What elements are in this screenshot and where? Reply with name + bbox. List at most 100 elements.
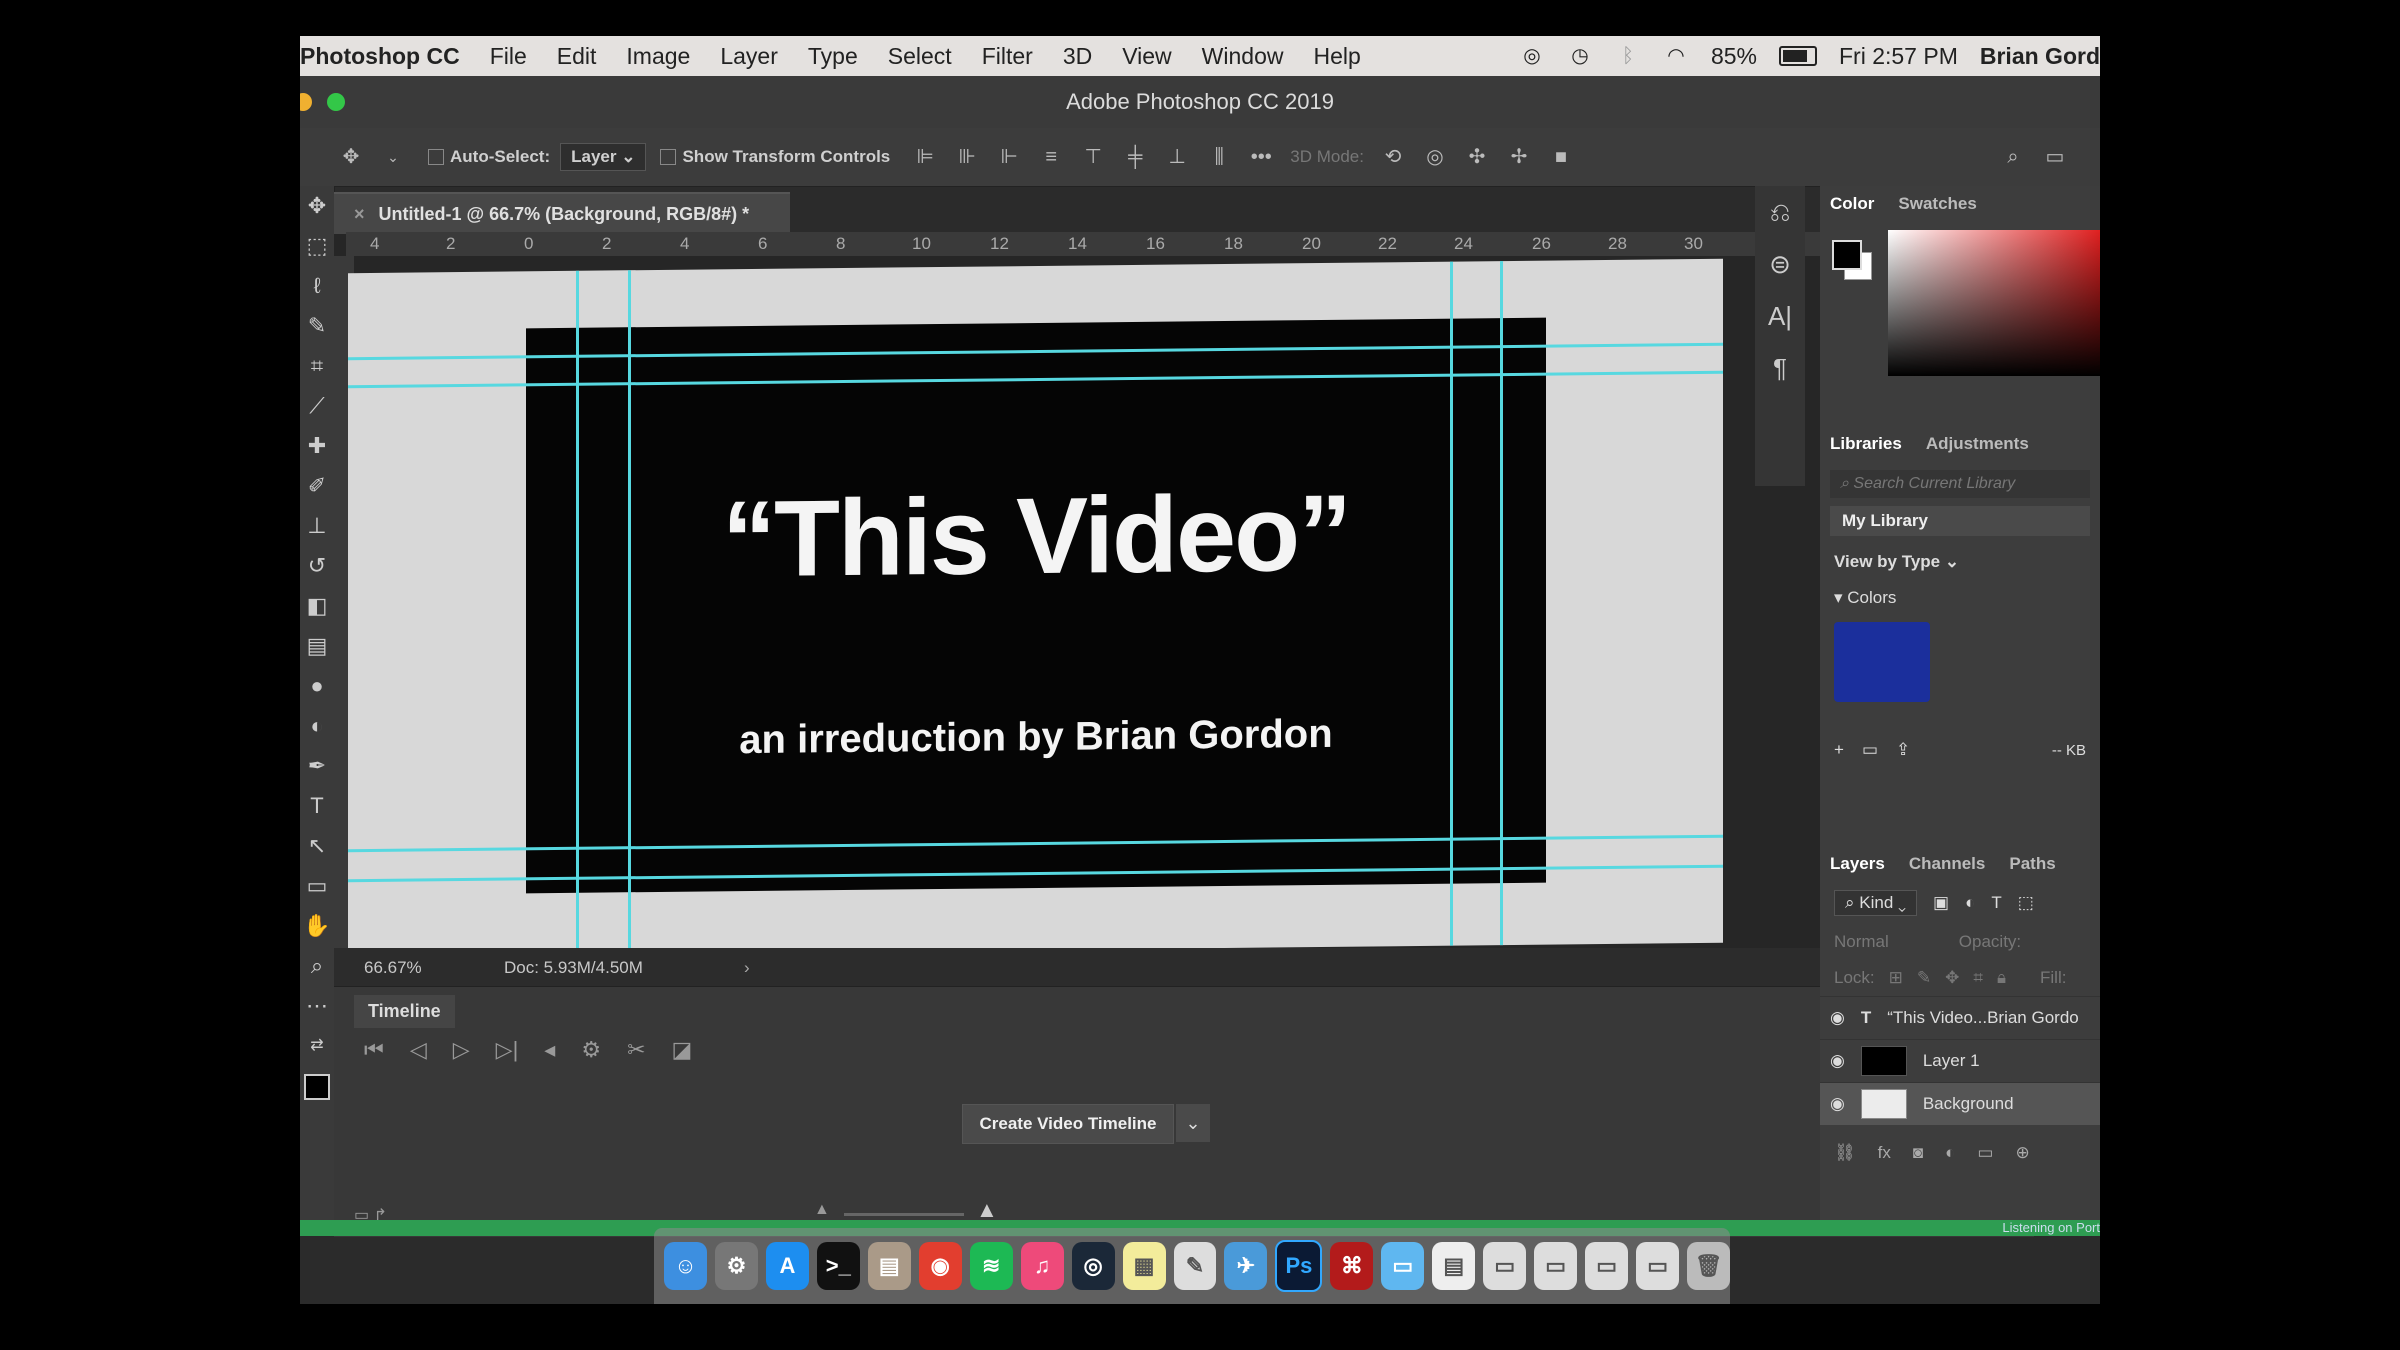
create-video-timeline-button[interactable]: Create Video Timeline <box>962 1104 1174 1144</box>
screenshot-icon[interactable]: ▭ <box>1585 1242 1629 1290</box>
itunes-icon[interactable]: ♫ <box>1020 1242 1064 1290</box>
notes-icon[interactable]: ▤ <box>867 1242 911 1290</box>
status-menu-chevron-icon[interactable]: › <box>744 958 750 978</box>
textedit-icon[interactable]: ✎ <box>1173 1242 1217 1290</box>
folder-icon[interactable]: ▭ <box>1862 740 1878 760</box>
history-brush-tool-icon[interactable]: ↺ <box>300 546 334 586</box>
zoom-tool-icon[interactable]: ⌕ <box>300 946 334 986</box>
guide-vertical[interactable] <box>576 270 579 955</box>
layer-name[interactable]: “This Video...Brian Gordo <box>1887 1008 2079 1028</box>
image-filter-icon[interactable]: ▣ <box>1933 893 1949 913</box>
3d-slide-icon[interactable]: ✢ <box>1508 146 1530 168</box>
hand-tool-icon[interactable]: ✋ <box>300 906 334 946</box>
align-top-icon[interactable]: ⊤ <box>1082 146 1104 168</box>
eraser-tool-icon[interactable]: ◧ <box>300 586 334 626</box>
lock-transparency-icon[interactable]: ⊞ <box>1889 968 1903 988</box>
first-frame-icon[interactable]: ⏮ <box>364 1037 384 1063</box>
distribute-icon[interactable]: ≡ <box>1040 146 1062 168</box>
layer-name[interactable]: Layer 1 <box>1923 1051 1980 1071</box>
visibility-eye-icon[interactable]: ◉ <box>1830 1094 1845 1114</box>
link-layers-icon[interactable]: ⛓ <box>1834 1143 1856 1163</box>
chrome-icon[interactable]: ◉ <box>918 1242 962 1290</box>
audio-icon[interactable]: ◂ <box>544 1037 555 1063</box>
timeline-tab[interactable]: Timeline <box>354 995 455 1028</box>
previous-frame-icon[interactable]: ◁ <box>410 1037 427 1063</box>
time-machine-icon[interactable]: ◷ <box>1567 45 1593 67</box>
guide-vertical[interactable] <box>628 270 631 955</box>
menu-image[interactable]: Image <box>626 43 690 70</box>
creative-cloud-icon[interactable]: ◎ <box>1519 45 1545 67</box>
menu-window[interactable]: Window <box>1202 43 1284 70</box>
auto-select-checkbox[interactable] <box>428 149 444 165</box>
transform-controls-checkbox[interactable] <box>660 149 677 165</box>
downloads-folder-icon[interactable]: ▭ <box>1381 1242 1425 1290</box>
canvas[interactable]: “This Video” an irreduction by Brian Gor… <box>348 258 1723 958</box>
menu-3d[interactable]: 3D <box>1063 43 1092 70</box>
align-right-icon[interactable]: ⊩ <box>998 146 1020 168</box>
lock-all-icon[interactable]: 🔒︎ <box>1997 968 2006 988</box>
minimize-button[interactable] <box>300 93 312 111</box>
3d-scale-icon[interactable]: ■ <box>1550 146 1572 168</box>
layer-row-text[interactable]: ◉ T “This Video...Brian Gordo <box>1820 996 2100 1039</box>
tab-swatches[interactable]: Swatches <box>1898 194 1976 214</box>
lasso-tool-icon[interactable]: ℓ <box>300 266 334 306</box>
blend-mode-select[interactable]: Normal <box>1834 932 1889 952</box>
timeline-zoom-slider[interactable] <box>844 1213 964 1216</box>
system-preferences-icon[interactable]: ⚙ <box>714 1242 758 1290</box>
move-tool-icon[interactable]: ✥ <box>340 146 362 168</box>
menu-type[interactable]: Type <box>808 43 858 70</box>
finder-icon[interactable]: ☺ <box>664 1242 707 1290</box>
library-search-input[interactable]: ⌕ Search Current Library <box>1830 470 2090 498</box>
lock-artboard-icon[interactable]: ⌗ <box>1973 968 1983 988</box>
3d-orbit-icon[interactable]: ⟲ <box>1382 146 1404 168</box>
align-middle-icon[interactable]: ╪ <box>1124 146 1146 168</box>
guide-vertical[interactable] <box>1500 261 1503 946</box>
history-panel-icon[interactable]: ⎌ <box>1755 186 1805 238</box>
align-left-icon[interactable]: ⊫ <box>914 146 936 168</box>
stamp-tool-icon[interactable]: ⊥ <box>300 506 334 546</box>
colors-group-header[interactable]: ▾ Colors <box>1820 580 2100 616</box>
wifi-icon[interactable]: ◠ <box>1663 45 1689 67</box>
menu-select[interactable]: Select <box>888 43 952 70</box>
spotify-icon[interactable]: ≋ <box>969 1242 1013 1290</box>
steam-icon[interactable]: ◎ <box>1071 1242 1115 1290</box>
layer-row-layer1[interactable]: ◉ Layer 1 <box>1820 1039 2100 1082</box>
black-rectangle-layer[interactable]: “This Video” an irreduction by Brian Gor… <box>526 317 1546 894</box>
terminal-icon[interactable]: >_ <box>816 1242 860 1290</box>
move-tool-icon[interactable]: ✥ <box>300 186 334 226</box>
document-icon[interactable]: ▤ <box>1432 1242 1476 1290</box>
rectangle-tool-icon[interactable]: ▭ <box>300 866 334 906</box>
color-picker-field[interactable] <box>1888 230 2100 376</box>
3d-roll-icon[interactable]: ◎ <box>1424 146 1446 168</box>
split-icon[interactable]: ✂ <box>627 1037 645 1063</box>
menu-filter[interactable]: Filter <box>982 43 1033 70</box>
next-frame-icon[interactable]: ▷| <box>496 1037 519 1063</box>
lock-pixels-icon[interactable]: ✎ <box>1917 968 1931 988</box>
settings-icon[interactable]: ⚙ <box>581 1037 601 1063</box>
screenshot-icon[interactable]: ▭ <box>1534 1242 1578 1290</box>
properties-panel-icon[interactable]: ⊜ <box>1755 238 1805 290</box>
acrobat-icon[interactable]: ⌘ <box>1330 1242 1374 1290</box>
timeline-type-dropdown[interactable]: ⌄ <box>1176 1104 1210 1142</box>
lock-position-icon[interactable]: ✥ <box>1945 968 1959 988</box>
shape-filter-icon[interactable]: ⬚ <box>2018 893 2034 913</box>
auto-select-dropdown[interactable]: Layer ⌄ <box>560 143 647 171</box>
tab-paths[interactable]: Paths <box>2009 854 2055 874</box>
zoom-level[interactable]: 66.67% <box>364 958 422 978</box>
trash-icon[interactable]: 🗑︎ <box>1687 1242 1731 1290</box>
screenshot-icon[interactable]: ▭ <box>1483 1242 1527 1290</box>
3d-drag-icon[interactable]: ✣ <box>1466 146 1488 168</box>
filter-kind-dropdown[interactable]: ⌕ Kind ⌄ <box>1834 890 1918 916</box>
guide-vertical[interactable] <box>1450 261 1453 946</box>
crop-tool-icon[interactable]: ⌗ <box>300 346 334 386</box>
tool-preset-chevron-icon[interactable]: ⌄ <box>382 146 404 168</box>
align-center-icon[interactable]: ⊪ <box>956 146 978 168</box>
swap-colors-icon[interactable]: ⇄ <box>300 1026 334 1066</box>
paragraph-panel-icon[interactable]: ¶ <box>1755 342 1805 394</box>
search-icon[interactable]: ⌕ <box>2002 146 2024 168</box>
visibility-eye-icon[interactable]: ◉ <box>1830 1051 1845 1071</box>
upload-icon[interactable]: ⇪ <box>1896 740 1910 760</box>
dodge-tool-icon[interactable]: ◐ <box>300 706 334 746</box>
tab-layers[interactable]: Layers <box>1830 854 1885 874</box>
photoshop-icon[interactable]: Ps <box>1275 1240 1323 1292</box>
